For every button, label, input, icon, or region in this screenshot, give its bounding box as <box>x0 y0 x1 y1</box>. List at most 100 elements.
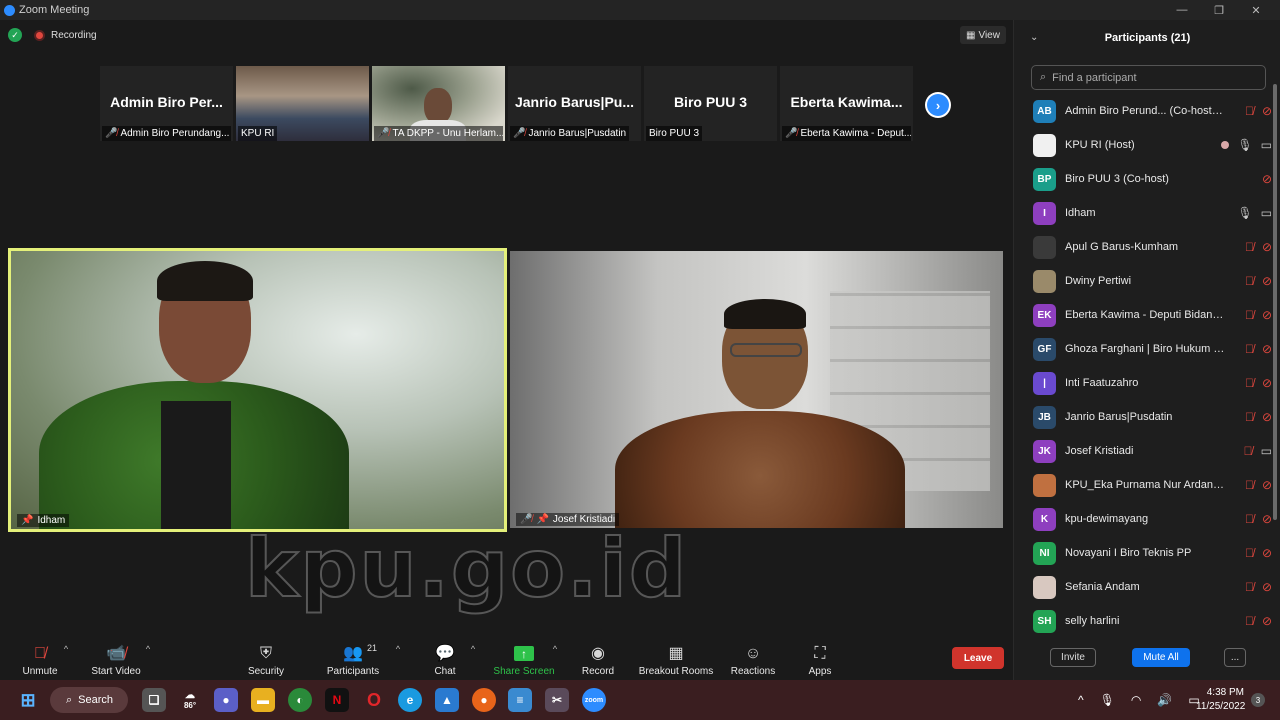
snipping-tool-icon[interactable]: ✂ <box>545 688 569 712</box>
thumbnail-tile[interactable]: Janrio Barus|Pu... 🎤̸ Janrio Barus|Pusdat… <box>508 66 641 141</box>
invite-button[interactable]: Invite <box>1050 648 1096 667</box>
video-tile[interactable]: 🎤̸ 📌 Josef Kristiadi <box>510 251 1003 528</box>
netflix-icon[interactable]: N <box>325 688 349 712</box>
next-page-button[interactable]: › <box>925 92 951 118</box>
video-options-chevron-icon[interactable]: ^ <box>146 644 150 654</box>
thumbnail-tile[interactable]: Admin Biro Per... 🎤̸ Admin Biro Perundang… <box>100 66 233 141</box>
mic-muted-icon[interactable]: 🎙̸ <box>1245 410 1254 424</box>
volume-icon[interactable]: 🔊 <box>1157 693 1172 707</box>
camera-off-icon[interactable]: ⊘ <box>1262 512 1272 526</box>
mic-muted-icon[interactable]: 🎙̸ <box>1245 546 1254 560</box>
participant-row[interactable]: | Inti Faatuzahro 🎙̸ ⊘ <box>1014 366 1274 400</box>
mic-icon[interactable]: 🎙 <box>1237 206 1252 220</box>
participant-row[interactable]: EK Eberta Kawima - Deputi Bidang T... 🎙̸ ⊘ <box>1014 298 1274 332</box>
mic-muted-icon[interactable]: 🎙̸ <box>1245 104 1254 118</box>
chat-button[interactable]: 💬 Chat <box>430 640 460 680</box>
opera-icon[interactable]: O <box>362 688 386 712</box>
mic-muted-icon[interactable]: 🎙̸ <box>1245 478 1254 492</box>
security-button[interactable]: ⛨ Security <box>246 640 286 680</box>
leave-button[interactable]: Leave <box>952 647 1004 669</box>
camera-off-icon[interactable]: ⊘ <box>1262 580 1272 594</box>
mic-muted-icon[interactable]: 🎙̸ <box>1245 512 1254 526</box>
mute-all-button[interactable]: Mute All <box>1132 648 1190 667</box>
task-view-icon[interactable]: ❏ <box>142 688 166 712</box>
participant-row[interactable]: JB Janrio Barus|Pusdatin 🎙̸ ⊘ <box>1014 400 1274 434</box>
recording-indicator[interactable]: Recording <box>34 29 97 41</box>
mic-muted-icon[interactable]: 🎙̸ <box>1245 240 1254 254</box>
taskbar-search-button[interactable]: ⌕ Search <box>50 687 128 713</box>
camera-off-icon[interactable]: ⊘ <box>1262 308 1272 322</box>
camera-off-icon[interactable]: ⊘ <box>1262 546 1272 560</box>
microphone-icon[interactable]: 🎙 <box>1100 693 1115 707</box>
mic-muted-icon[interactable]: 🎙̸ <box>1245 274 1254 288</box>
participant-row[interactable]: Kkpu-dewimayang 🎙̸ ⊘ <box>1014 502 1274 536</box>
chat-options-chevron-icon[interactable]: ^ <box>471 644 475 654</box>
view-button[interactable]: ▦ View <box>960 26 1006 44</box>
record-button[interactable]: ◉ Record <box>580 640 616 680</box>
file-explorer-icon[interactable]: ▬ <box>251 688 275 712</box>
unmute-button[interactable]: 🎙̸ Unmute <box>20 640 60 680</box>
notepad-icon[interactable]: ≡ <box>508 688 532 712</box>
camera-icon[interactable]: ▭ <box>1261 206 1272 220</box>
camera-icon[interactable]: ▭ <box>1261 138 1272 152</box>
encryption-shield-icon[interactable]: ✓ <box>8 28 22 42</box>
participant-list-scrollbar[interactable] <box>1273 84 1277 520</box>
thumbnail-tile[interactable]: KPU RI <box>236 66 369 141</box>
firefox-icon[interactable]: ● <box>472 688 496 712</box>
notification-badge[interactable]: 3 <box>1251 693 1265 707</box>
wifi-icon[interactable]: ◠ <box>1131 693 1141 707</box>
mic-muted-icon[interactable]: 🎙̸ <box>1245 614 1254 628</box>
participant-row[interactable]: I Idham 🎙 ▭ <box>1014 196 1274 230</box>
camera-off-icon[interactable]: ⊘ <box>1262 410 1272 424</box>
mic-icon[interactable]: 🎙 <box>1237 138 1252 152</box>
share-screen-button[interactable]: ↑ Share Screen <box>493 640 555 680</box>
photos-icon[interactable]: ▲ <box>435 688 459 712</box>
participant-row[interactable]: Apul G Barus-Kumham 🎙̸ ⊘ <box>1014 230 1274 264</box>
participant-search-input[interactable]: ⌕ Find a participant <box>1031 65 1266 90</box>
camera-off-icon[interactable]: ⊘ <box>1262 342 1272 356</box>
teams-chat-icon[interactable]: ● <box>214 688 238 712</box>
camera-off-icon[interactable]: ⊘ <box>1262 240 1272 254</box>
participant-row[interactable]: GF Ghoza Farghani | Biro Hukum da... 🎙̸ ⊘ <box>1014 332 1274 366</box>
thumbnail-tile[interactable]: 🎤̸ TA DKPP - Unu Herlam... <box>372 66 505 141</box>
mic-muted-icon[interactable]: 🎙̸ <box>1245 376 1254 390</box>
video-tile-active-speaker[interactable]: 📌 Idham <box>8 248 507 532</box>
start-video-button[interactable]: 📹̸ Start Video <box>90 640 142 680</box>
participant-row[interactable]: AB Admin Biro Perund... (Co-host, me) 🎙̸ ⊘ <box>1014 94 1274 128</box>
zoom-app-icon[interactable]: zoom <box>582 688 606 712</box>
participants-button[interactable]: 👥 21 Participants <box>326 640 380 680</box>
participant-row[interactable]: KPU RI (Host) 🎙 ▭ <box>1014 128 1274 162</box>
participant-row[interactable]: Sefania Andam 🎙̸ ⊘ <box>1014 570 1274 604</box>
mic-muted-icon[interactable]: 🎙̸ <box>1245 342 1254 356</box>
audio-options-chevron-icon[interactable]: ^ <box>64 644 68 654</box>
camera-off-icon[interactable]: ⊘ <box>1262 274 1272 288</box>
tray-expand-icon[interactable]: ^ <box>1078 693 1084 707</box>
participant-row[interactable]: JK Josef Kristiadi 🎙̸ ▭ <box>1014 434 1274 468</box>
weather-widget-icon[interactable]: ☁ 86° <box>178 688 202 712</box>
reactions-button[interactable]: ☺ Reactions <box>730 640 776 680</box>
mic-muted-icon[interactable]: 🎙̸ <box>1244 444 1253 458</box>
camera-off-icon[interactable]: ⊘ <box>1262 478 1272 492</box>
camera-off-icon[interactable]: ⊘ <box>1262 104 1272 118</box>
mic-muted-icon[interactable]: 🎙̸ <box>1245 580 1254 594</box>
apps-button[interactable]: ⛶ Apps <box>806 640 834 680</box>
more-options-button[interactable]: ... <box>1224 648 1246 667</box>
participants-options-chevron-icon[interactable]: ^ <box>396 644 400 654</box>
participant-row[interactable]: BP Biro PUU 3 (Co-host) ⊘ <box>1014 162 1274 196</box>
share-options-chevron-icon[interactable]: ^ <box>553 644 557 654</box>
mic-muted-icon[interactable]: 🎙̸ <box>1245 308 1254 322</box>
camera-off-icon[interactable]: ⊘ <box>1262 376 1272 390</box>
app-icon[interactable]: ◐ <box>288 688 312 712</box>
participant-row[interactable]: NI Novayani I Biro Teknis PP 🎙̸ ⊘ <box>1014 536 1274 570</box>
windows-start-icon[interactable]: ⊞ <box>16 688 40 712</box>
breakout-rooms-button[interactable]: ▦ Breakout Rooms <box>638 640 714 680</box>
participant-row[interactable]: SH selly harlini 🎙̸ ⊘ <box>1014 604 1274 638</box>
close-button[interactable]: ✕ <box>1238 0 1274 20</box>
minimize-button[interactable]: — <box>1164 0 1200 20</box>
camera-icon[interactable]: ▭ <box>1261 444 1272 458</box>
thumbnail-tile[interactable]: Eberta Kawima... 🎤̸ Eberta Kawima - Deput… <box>780 66 913 141</box>
participant-row[interactable]: KPU_Eka Purnama Nur Ardani A... 🎙̸ ⊘ <box>1014 468 1274 502</box>
participant-row[interactable]: Dwiny Pertiwi 🎙̸ ⊘ <box>1014 264 1274 298</box>
camera-off-icon[interactable]: ⊘ <box>1262 614 1272 628</box>
clock[interactable]: 4:38 PM 11/25/2022 <box>1196 686 1245 714</box>
